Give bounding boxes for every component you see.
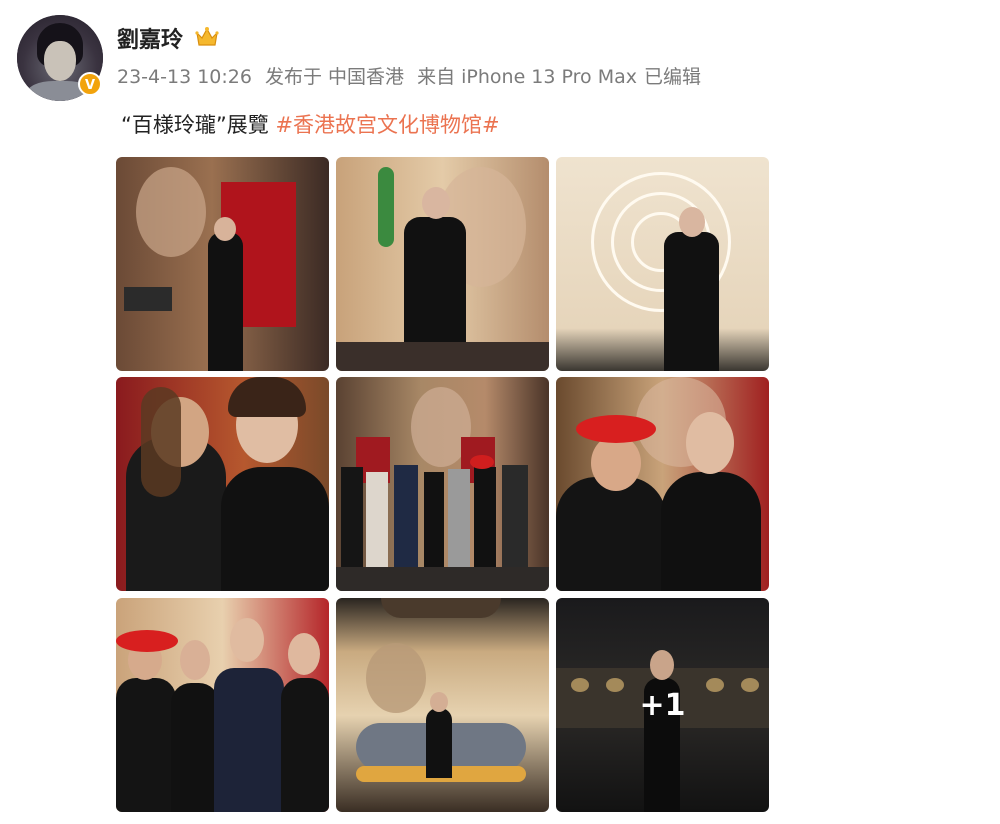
post-location: 发布于 中国香港 [265, 66, 405, 88]
avatar-face [44, 41, 76, 81]
photo-6[interactable] [556, 377, 769, 591]
post-date[interactable]: 23-4-13 10:26 [117, 66, 252, 88]
post-text: “百様玲瓏”展覽 #香港故宫文化博物馆# [121, 109, 500, 139]
photo-4[interactable] [116, 377, 329, 591]
username[interactable]: 劉嘉玲 [117, 22, 183, 54]
verified-badge-icon: V [78, 72, 102, 96]
photo-grid: +1 [116, 157, 770, 812]
post-meta: 23-4-13 10:26 发布于 中国香港 来自 iPhone 13 Pro … [117, 62, 708, 89]
photo-7[interactable] [116, 598, 329, 812]
photo-1[interactable] [116, 157, 329, 371]
hashtag-link[interactable]: #香港故宫文化博物馆# [275, 113, 499, 137]
more-photos-count[interactable]: +1 [556, 598, 769, 812]
photo-9[interactable]: +1 [556, 598, 769, 812]
photo-2[interactable] [336, 157, 549, 371]
post-source: 来自 iPhone 13 Pro Max [417, 66, 637, 88]
photo-8[interactable] [336, 598, 549, 812]
post-body: “百様玲瓏”展覽 [121, 113, 269, 137]
photo-3[interactable] [556, 157, 769, 371]
crown-icon [195, 27, 219, 46]
post-edited[interactable]: 已编辑 [644, 66, 701, 88]
photo-5[interactable] [336, 377, 549, 591]
